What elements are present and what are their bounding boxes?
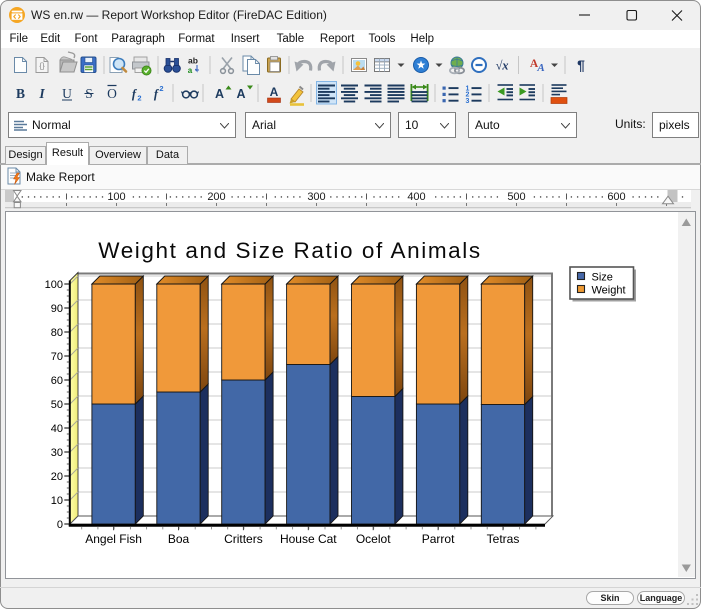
svg-text:20: 20 bbox=[51, 471, 63, 483]
svg-text:50: 50 bbox=[51, 399, 63, 411]
svg-text:Critters: Critters bbox=[224, 532, 263, 546]
svg-text:600: 600 bbox=[607, 191, 625, 203]
svg-text:40: 40 bbox=[51, 423, 63, 435]
svg-text:0: 0 bbox=[57, 519, 63, 531]
svg-text:Parrot: Parrot bbox=[422, 532, 455, 546]
svg-text:400: 400 bbox=[407, 191, 425, 203]
svg-text:200: 200 bbox=[207, 191, 225, 203]
svg-text:100: 100 bbox=[107, 191, 125, 203]
svg-text:10: 10 bbox=[51, 495, 63, 507]
svg-text:Angel Fish: Angel Fish bbox=[85, 532, 142, 546]
svg-text:Boa: Boa bbox=[168, 532, 190, 546]
svg-text:30: 30 bbox=[51, 447, 63, 459]
svg-text:House Cat: House Cat bbox=[280, 532, 337, 546]
svg-text:90: 90 bbox=[51, 303, 63, 315]
svg-text:60: 60 bbox=[51, 375, 63, 387]
svg-text:Weight and Size Ratio of Anima: Weight and Size Ratio of Animals bbox=[98, 238, 481, 263]
svg-text:500: 500 bbox=[507, 191, 525, 203]
svg-text:100: 100 bbox=[45, 279, 63, 291]
svg-text:80: 80 bbox=[51, 327, 63, 339]
svg-text:Size: Size bbox=[592, 272, 613, 284]
svg-text:70: 70 bbox=[51, 351, 63, 363]
svg-text:Weight: Weight bbox=[592, 285, 626, 297]
svg-text:Tetras: Tetras bbox=[487, 532, 520, 546]
svg-text:Ocelot: Ocelot bbox=[356, 532, 391, 546]
svg-text:300: 300 bbox=[307, 191, 325, 203]
